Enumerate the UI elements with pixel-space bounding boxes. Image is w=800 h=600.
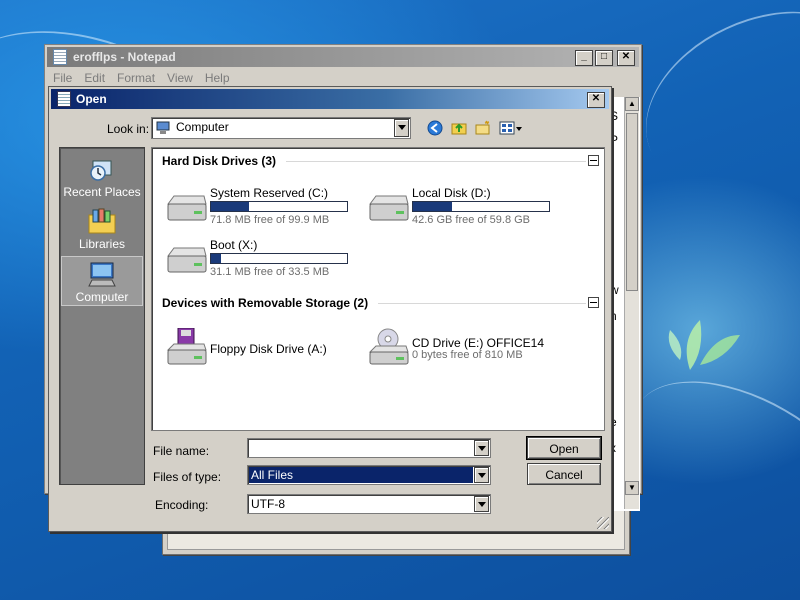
drive-name: Floppy Disk Drive (A:) xyxy=(210,342,327,356)
drive-cd[interactable]: CD Drive (E:) OFFICE14 0 bytes free of 8… xyxy=(360,328,570,372)
places-bar: Recent Places Libraries Computer xyxy=(59,147,145,485)
hard-drive-icon xyxy=(167,247,207,273)
notepad-icon xyxy=(57,91,71,107)
drive-name: Boot (X:) xyxy=(210,238,258,252)
drive-free-space: 71.8 MB free of 99.9 MB xyxy=(210,214,330,226)
menu-help[interactable]: Help xyxy=(205,71,230,85)
drive-name: Local Disk (D:) xyxy=(412,186,491,200)
minimize-button[interactable]: _ xyxy=(575,50,593,66)
navigation-toolbar xyxy=(427,120,523,136)
chevron-down-icon[interactable] xyxy=(474,440,489,456)
group-divider xyxy=(286,161,586,162)
drive-free-space: 42.6 GB free of 59.8 GB xyxy=(412,214,531,226)
files-of-type-combobox[interactable]: All Files xyxy=(247,465,491,485)
open-button[interactable]: Open xyxy=(526,436,602,460)
group-divider xyxy=(378,303,586,304)
drive-name: System Reserved (C:) xyxy=(210,186,329,200)
notepad-icon xyxy=(53,49,67,65)
file-name-label: File name: xyxy=(153,444,210,458)
open-dialog-titlebar[interactable]: Open ✕ xyxy=(51,89,609,109)
scroll-up-arrow-icon[interactable]: ▲ xyxy=(625,97,639,111)
dialog-close-button[interactable]: ✕ xyxy=(587,92,605,108)
close-button[interactable]: ✕ xyxy=(617,50,635,66)
file-name-combobox[interactable] xyxy=(247,438,491,458)
drive-free-space: 0 bytes free of 810 MB xyxy=(412,349,523,361)
file-list-view[interactable]: Hard Disk Drives (3) System Reserved (C:… xyxy=(151,147,605,431)
view-menu-icon[interactable] xyxy=(499,120,523,136)
place-recent-places[interactable]: Recent Places xyxy=(61,152,143,202)
menu-format[interactable]: Format xyxy=(117,71,155,85)
floppy-drive-icon xyxy=(166,328,207,365)
open-dialog[interactable]: Open ✕ Look in: Computer Recent Places L… xyxy=(48,86,612,532)
back-arrow-icon[interactable] xyxy=(427,120,443,136)
place-label: Libraries xyxy=(78,237,126,251)
up-folder-icon[interactable] xyxy=(451,120,467,136)
wallpaper-leaf-icon xyxy=(668,320,740,370)
drive-usage-bar xyxy=(210,253,348,264)
menu-file[interactable]: File xyxy=(53,71,72,85)
drive-usage-bar xyxy=(412,201,550,212)
dialog-title: Open xyxy=(76,92,107,106)
encoding-label: Encoding: xyxy=(155,498,209,512)
collapse-group-icon[interactable] xyxy=(588,297,599,308)
place-label: Recent Places xyxy=(63,185,141,199)
cd-drive-icon xyxy=(368,328,409,365)
encoding-value: UTF-8 xyxy=(251,497,285,511)
look-in-combobox[interactable]: Computer xyxy=(151,117,411,139)
look-in-value: Computer xyxy=(176,120,229,134)
wallpaper-streak xyxy=(617,0,800,226)
libraries-icon xyxy=(87,207,117,235)
drive-floppy[interactable]: Floppy Disk Drive (A:) xyxy=(158,328,358,372)
place-computer[interactable]: Computer xyxy=(61,256,143,306)
drive-usage-bar xyxy=(210,201,348,212)
computer-icon xyxy=(156,121,170,134)
files-of-type-label: Files of type: xyxy=(153,470,222,484)
place-libraries[interactable]: Libraries xyxy=(61,204,143,254)
drive-boot[interactable]: Boot (X:) 31.1 MB free of 33.5 MB xyxy=(158,238,358,282)
cancel-button[interactable]: Cancel xyxy=(527,463,601,485)
chevron-down-icon[interactable] xyxy=(394,119,409,137)
place-label: Computer xyxy=(75,290,129,304)
menu-edit[interactable]: Edit xyxy=(84,71,105,85)
resize-grip-icon[interactable] xyxy=(597,517,609,529)
menu-view[interactable]: View xyxy=(167,71,193,85)
hard-drive-icon xyxy=(167,195,207,221)
drive-system-reserved[interactable]: System Reserved (C:) 71.8 MB free of 99.… xyxy=(158,186,358,230)
collapse-group-icon[interactable] xyxy=(588,155,599,166)
notepad-title: erofflps - Notepad xyxy=(73,50,176,64)
notepad-menubar: File Edit Format View Help xyxy=(53,71,230,85)
notepad-vertical-scrollbar[interactable]: ▲ ▼ xyxy=(624,97,639,509)
notepad-caption-buttons: _ □ ✕ xyxy=(575,50,635,66)
recent-places-icon xyxy=(87,155,117,183)
chevron-down-icon[interactable] xyxy=(474,467,489,483)
scroll-thumb[interactable] xyxy=(626,113,638,291)
drive-local-disk[interactable]: Local Disk (D:) 42.6 GB free of 59.8 GB xyxy=(360,186,570,230)
files-of-type-value: All Files xyxy=(249,467,473,483)
group-header-hard-disk-drives[interactable]: Hard Disk Drives (3) xyxy=(162,154,276,168)
look-in-label: Look in: xyxy=(107,122,150,136)
encoding-combobox[interactable]: UTF-8 xyxy=(247,494,491,514)
group-header-removable-storage[interactable]: Devices with Removable Storage (2) xyxy=(162,296,368,310)
computer-icon xyxy=(87,260,117,288)
drive-name: CD Drive (E:) OFFICE14 xyxy=(412,336,545,350)
notepad-titlebar[interactable]: erofflps - Notepad _ □ ✕ xyxy=(47,47,639,67)
new-folder-icon[interactable] xyxy=(475,120,491,136)
maximize-button[interactable]: □ xyxy=(595,50,613,66)
hard-drive-icon xyxy=(369,195,409,221)
chevron-down-icon[interactable] xyxy=(474,496,489,512)
scroll-down-arrow-icon[interactable]: ▼ xyxy=(625,481,639,495)
